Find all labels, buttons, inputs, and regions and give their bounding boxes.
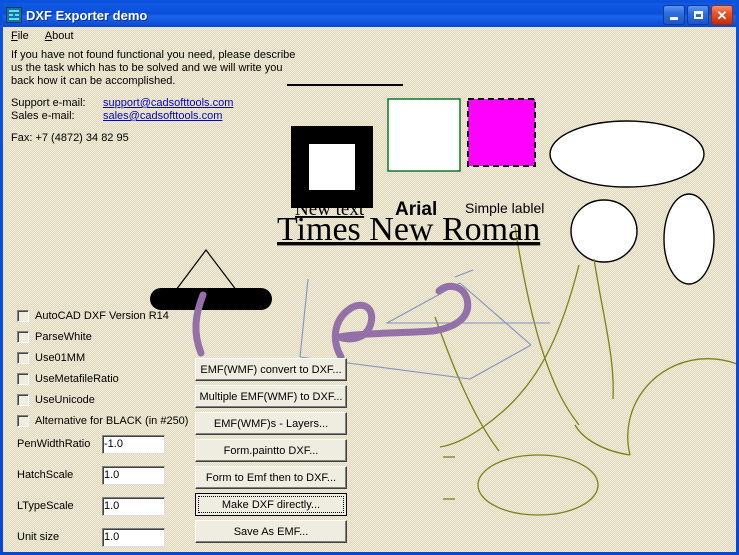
field-row-ltypescale: LTypeScale <box>17 495 188 517</box>
window-title: DXF Exporter demo <box>26 7 148 23</box>
green-thin-square <box>387 98 461 172</box>
client-area: File About If you have not found functio… <box>3 27 736 552</box>
checkbox-use01mm[interactable] <box>17 351 29 364</box>
button-emf-wmf-convert-to-dxf[interactable]: EMF(WMF) convert to DXF... <box>195 358 347 381</box>
checkbox-usemetafileratio[interactable] <box>17 372 29 385</box>
black-thick-square <box>291 126 373 208</box>
checkbox-label-alternative-for-black: Alternative for BLACK (in #250) <box>35 414 189 427</box>
sales-email-link[interactable]: sales@cadsofttools.com <box>103 110 222 123</box>
support-row: Support e-mail: support@cadsofttools.com <box>11 97 295 110</box>
field-input-unit-size[interactable] <box>102 527 165 547</box>
info-line-2: us the task which has to be solved and w… <box>11 62 283 74</box>
magenta-dashed-square <box>467 98 536 167</box>
maximize-button[interactable] <box>687 5 709 25</box>
checkbox-alternative-for-black[interactable] <box>17 414 29 427</box>
checkbox-label-parsewhite: ParseWhite <box>35 330 92 343</box>
olive-curves <box>434 226 736 516</box>
checkbox-label-usemetafileratio: UseMetafileRatio <box>35 372 119 385</box>
checkbox-row-parsewhite[interactable]: ParseWhite <box>17 328 188 345</box>
action-button-column: EMF(WMF) convert to DXF... Multiple EMF(… <box>195 358 347 547</box>
info-line-3: back how it can be accomplished. <box>11 75 176 87</box>
minimize-icon <box>670 17 678 20</box>
sales-row: Sales e-mail: sales@cadsofttools.com <box>11 110 295 123</box>
checkbox-row-usemetafileratio[interactable]: UseMetafileRatio <box>17 370 188 387</box>
round-ellipse <box>570 199 638 263</box>
menu-bar: File About <box>3 27 736 45</box>
checkbox-row-autocad-dxf-version-r14[interactable]: AutoCAD DXF Version R14 <box>17 307 188 324</box>
options-panel: AutoCAD DXF Version R14 ParseWhite Use01… <box>17 307 188 552</box>
button-emf-wmfs-layers[interactable]: EMF(WMF)s - Layers... <box>195 412 347 435</box>
button-form-paint-to-dxf[interactable]: Form.paintto DXF... <box>195 439 347 462</box>
maximize-icon <box>693 11 703 19</box>
label-new-text: New text <box>295 199 365 220</box>
field-input-penwidthratio[interactable] <box>102 434 165 454</box>
support-label: Support e-mail: <box>11 97 86 109</box>
wide-ellipse <box>549 120 705 188</box>
checkbox-row-alternative-for-black[interactable]: Alternative for BLACK (in #250) <box>17 412 188 429</box>
app-icon <box>6 7 22 23</box>
fax-line: Fax: +7 (4872) 34 82 95 <box>11 132 129 144</box>
button-make-dxf-directly[interactable]: Make DXF directly... <box>195 493 347 516</box>
label-arial: Arial <box>395 199 437 220</box>
close-icon: ✕ <box>716 7 728 23</box>
checkbox-row-use01mm[interactable]: Use01MM <box>17 349 188 366</box>
field-row-penwidthratio: PenWidthRatio <box>17 433 188 455</box>
field-input-ltypescale[interactable] <box>102 496 165 516</box>
menu-item-about[interactable]: About <box>45 30 74 42</box>
checkbox-parsewhite[interactable] <box>17 330 29 343</box>
minimize-button[interactable] <box>663 5 685 25</box>
checkbox-label-use01mm: Use01MM <box>35 351 86 364</box>
field-input-hatchscale[interactable] <box>102 465 165 485</box>
button-multiple-emf-wmf-to-dxf[interactable]: Multiple EMF(WMF) to DXF... <box>195 385 347 408</box>
button-save-as-emf[interactable]: Save As EMF... <box>195 520 347 543</box>
purple-freehand-curve <box>331 282 472 361</box>
field-row-unit-size: Unit size <box>17 526 188 548</box>
field-label-penwidthratio: PenWidthRatio <box>17 438 91 450</box>
field-label-hatchscale: HatchScale <box>17 469 74 481</box>
field-row-hatchscale: HatchScale <box>17 464 188 486</box>
menu-file-rest: ile <box>17 30 29 42</box>
label-simple-lablel: Simple lablel <box>465 200 544 216</box>
thin-triangle <box>172 249 241 296</box>
label-times-new-roman: Times New Roman <box>277 211 540 248</box>
close-button[interactable]: ✕ <box>711 5 733 25</box>
checkbox-label-useunicode: UseUnicode <box>35 393 95 406</box>
field-label-ltypescale: LTypeScale <box>17 500 74 512</box>
menu-item-file[interactable]: File <box>11 30 29 42</box>
field-label-unit-size: Unit size <box>17 531 60 543</box>
sales-label: Sales e-mail: <box>11 110 75 122</box>
tall-ellipse <box>663 193 715 285</box>
checkbox-row-useunicode[interactable]: UseUnicode <box>17 391 188 408</box>
menu-file-accel: F <box>11 30 18 42</box>
title-bar[interactable]: DXF Exporter demo ✕ <box>3 3 736 27</box>
checkbox-label-autocad-dxf-version-r14: AutoCAD DXF Version R14 <box>35 309 169 322</box>
support-email-link[interactable]: support@cadsofttools.com <box>103 97 233 110</box>
window-controls: ✕ <box>663 5 733 25</box>
purple-freehand-curve-left <box>192 291 207 357</box>
info-paragraph: If you have not found functional you nee… <box>11 49 295 88</box>
checkbox-useunicode[interactable] <box>17 393 29 406</box>
menu-about-accel: A <box>44 30 53 42</box>
info-line-1: If you have not found functional you nee… <box>11 49 296 61</box>
checkbox-autocad-dxf-version-r14[interactable] <box>17 309 29 322</box>
button-form-to-emf-then-to-dxf[interactable]: Form to Emf then to DXF... <box>195 466 347 489</box>
application-window: DXF Exporter demo ✕ File About If you ha… <box>0 0 739 555</box>
info-block: If you have not found functional you nee… <box>11 49 295 145</box>
menu-about-rest: bout <box>52 30 74 42</box>
